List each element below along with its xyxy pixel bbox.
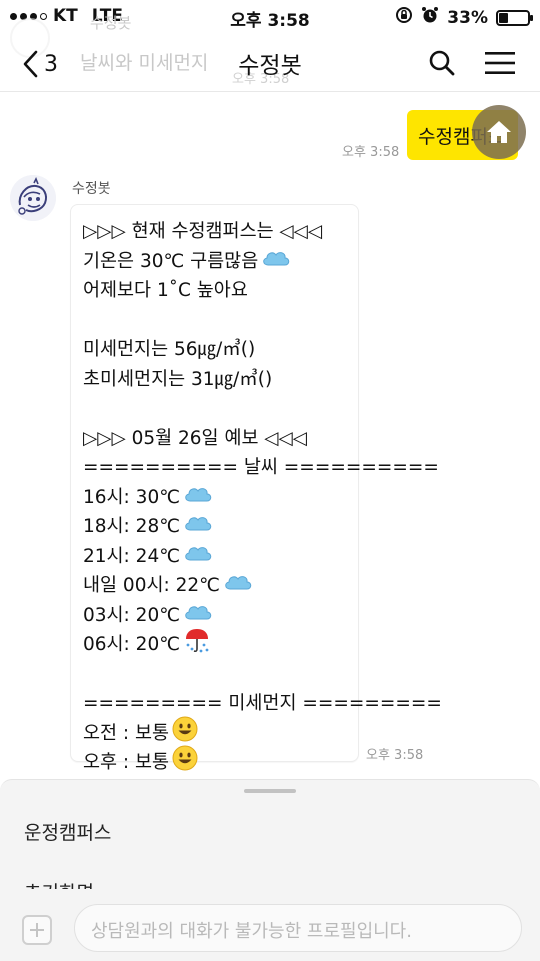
input-bar: 상담원과의 대화가 불가능한 프로필입니다. bbox=[0, 889, 540, 961]
unread-count: 3 bbox=[44, 51, 58, 77]
bot-message-line-text: 오후 : 보통 bbox=[83, 752, 170, 773]
bot-message-line: ========= 미세먼지 ========= bbox=[83, 689, 442, 719]
bot-message-line: 미세먼지는 56㎍/㎥() bbox=[83, 335, 358, 365]
battery-percent: 33% bbox=[447, 7, 488, 28]
bot-message-line-text: 미세먼지는 56㎍/㎥() bbox=[83, 339, 256, 360]
cloud-icon bbox=[183, 483, 213, 513]
bot-message-line: 내일 00시: 22℃ bbox=[83, 571, 358, 601]
add-attachment-button[interactable] bbox=[22, 915, 52, 945]
bot-message-line: ▷▷▷ 05월 26일 예보 ◁◁◁ bbox=[83, 424, 358, 454]
bot-message-line: ========== 날씨 ========== bbox=[83, 453, 439, 483]
bot-avatar[interactable] bbox=[10, 175, 56, 221]
cloud-icon bbox=[223, 571, 253, 601]
chevron-left-icon bbox=[23, 50, 38, 78]
bot-message-line-text: 21시: 24℃ bbox=[83, 545, 180, 567]
menu-button[interactable] bbox=[484, 50, 516, 80]
battery-icon bbox=[496, 9, 533, 26]
ghost-sender: 수정봇 bbox=[90, 14, 132, 32]
bot-message-bubble[interactable]: ▷▷▷ 현재 수정캠퍼스는 ◁◁◁ 기온은 30℃ 구름많음어제보다 1˚C 높아… bbox=[70, 204, 442, 773]
bot-message-line-text: 내일 00시: 22℃ bbox=[83, 575, 220, 596]
bot-message-line-text: ▷▷▷ 현재 수정캠퍼스는 ◁◁◁ bbox=[83, 221, 323, 242]
bot-message-line: 06시: 20℃ bbox=[83, 629, 358, 660]
bot-message-line: 기온은 30℃ 구름많음 bbox=[83, 247, 358, 277]
bot-message-line: 03시: 20℃ bbox=[83, 601, 358, 631]
ghost-message: 날씨와 미세먼지 bbox=[80, 52, 209, 74]
back-button[interactable]: 3 bbox=[22, 50, 58, 78]
message-input[interactable]: 상담원과의 대화가 불가능한 프로필입니다. bbox=[74, 904, 522, 952]
alarm-icon bbox=[421, 6, 439, 29]
bot-message-line: 어제보다 1˚C 높아요 bbox=[83, 276, 358, 306]
bot-message-line-text: ========== 날씨 ========== bbox=[83, 457, 439, 478]
cloud-icon bbox=[183, 542, 213, 572]
bot-message-line-text: 기온은 30℃ 구름많음 bbox=[83, 250, 259, 272]
bot-sender-name: 수정봇 bbox=[72, 181, 111, 197]
bot-message-line-text: ▷▷▷ 05월 26일 예보 ◁◁◁ bbox=[83, 427, 308, 449]
ghost-time: 오후 3:58 bbox=[232, 72, 290, 87]
bot-message-line-text: 어제보다 1˚C 높아요 bbox=[83, 280, 248, 301]
home-button[interactable] bbox=[472, 105, 526, 159]
battery-fill bbox=[499, 12, 508, 23]
umbrella-rain-icon bbox=[183, 626, 211, 664]
cloud-icon bbox=[183, 512, 213, 542]
bot-message-time: 오후 3:58 bbox=[366, 748, 424, 763]
orientation-lock-icon bbox=[395, 6, 413, 29]
bot-message-line: 16시: 30℃ bbox=[83, 483, 358, 513]
bot-message-line-text: 오전 : 보통 bbox=[83, 722, 170, 744]
chat-area[interactable]: 수정캠퍼스 오후 3:58 수정봇 ▷▷▷ 현재 수정캠퍼스는 ◁◁◁ 기온은 3… bbox=[0, 93, 540, 783]
bot-message-line-text: 16시: 30℃ bbox=[83, 486, 180, 508]
status-bar: KT LTE 오후 3:58 33% bbox=[0, 0, 540, 34]
bot-message-line bbox=[83, 306, 358, 336]
bot-message-line: 오후 : 보통 bbox=[83, 745, 358, 781]
bot-message-line-text: ========= 미세먼지 ========= bbox=[83, 693, 442, 714]
chat-header: 수정봇 날씨와 미세먼지 오후 3:58 3 수정봇 bbox=[0, 14, 540, 92]
bot-message-line: 초미세먼지는 31㎍/㎥() bbox=[83, 365, 358, 395]
bot-message-line: 오전 : 보통 bbox=[83, 716, 358, 749]
bot-message-line-text: 03시: 20℃ bbox=[83, 604, 180, 626]
search-icon bbox=[429, 50, 455, 76]
bot-message-line: 21시: 24℃ bbox=[83, 542, 358, 572]
sheet-grabber[interactable] bbox=[244, 789, 296, 793]
bot-message-line: 18시: 28℃ bbox=[83, 512, 358, 542]
status-right: 33% bbox=[395, 6, 533, 29]
bot-message-line bbox=[83, 660, 358, 690]
my-message-time: 오후 3:58 bbox=[342, 145, 400, 160]
bot-message-line-text: 06시: 20℃ bbox=[83, 634, 180, 655]
bot-message-line: ▷▷▷ 현재 수정캠퍼스는 ◁◁◁ bbox=[83, 217, 358, 247]
home-icon bbox=[487, 121, 511, 143]
smiley-icon bbox=[172, 745, 198, 781]
search-button[interactable] bbox=[428, 49, 456, 81]
plus-icon bbox=[30, 923, 44, 937]
bot-message-line bbox=[83, 394, 358, 424]
bot-mascot-icon bbox=[10, 175, 56, 221]
hamburger-menu-icon bbox=[485, 52, 515, 74]
quick-reply-unjeong-campus[interactable]: 운정캠퍼스 bbox=[24, 818, 111, 845]
cloud-icon bbox=[261, 247, 291, 277]
bot-message-line-text: 초미세먼지는 31㎍/㎥() bbox=[83, 368, 273, 390]
bot-message-line-text: 18시: 28℃ bbox=[83, 516, 180, 537]
